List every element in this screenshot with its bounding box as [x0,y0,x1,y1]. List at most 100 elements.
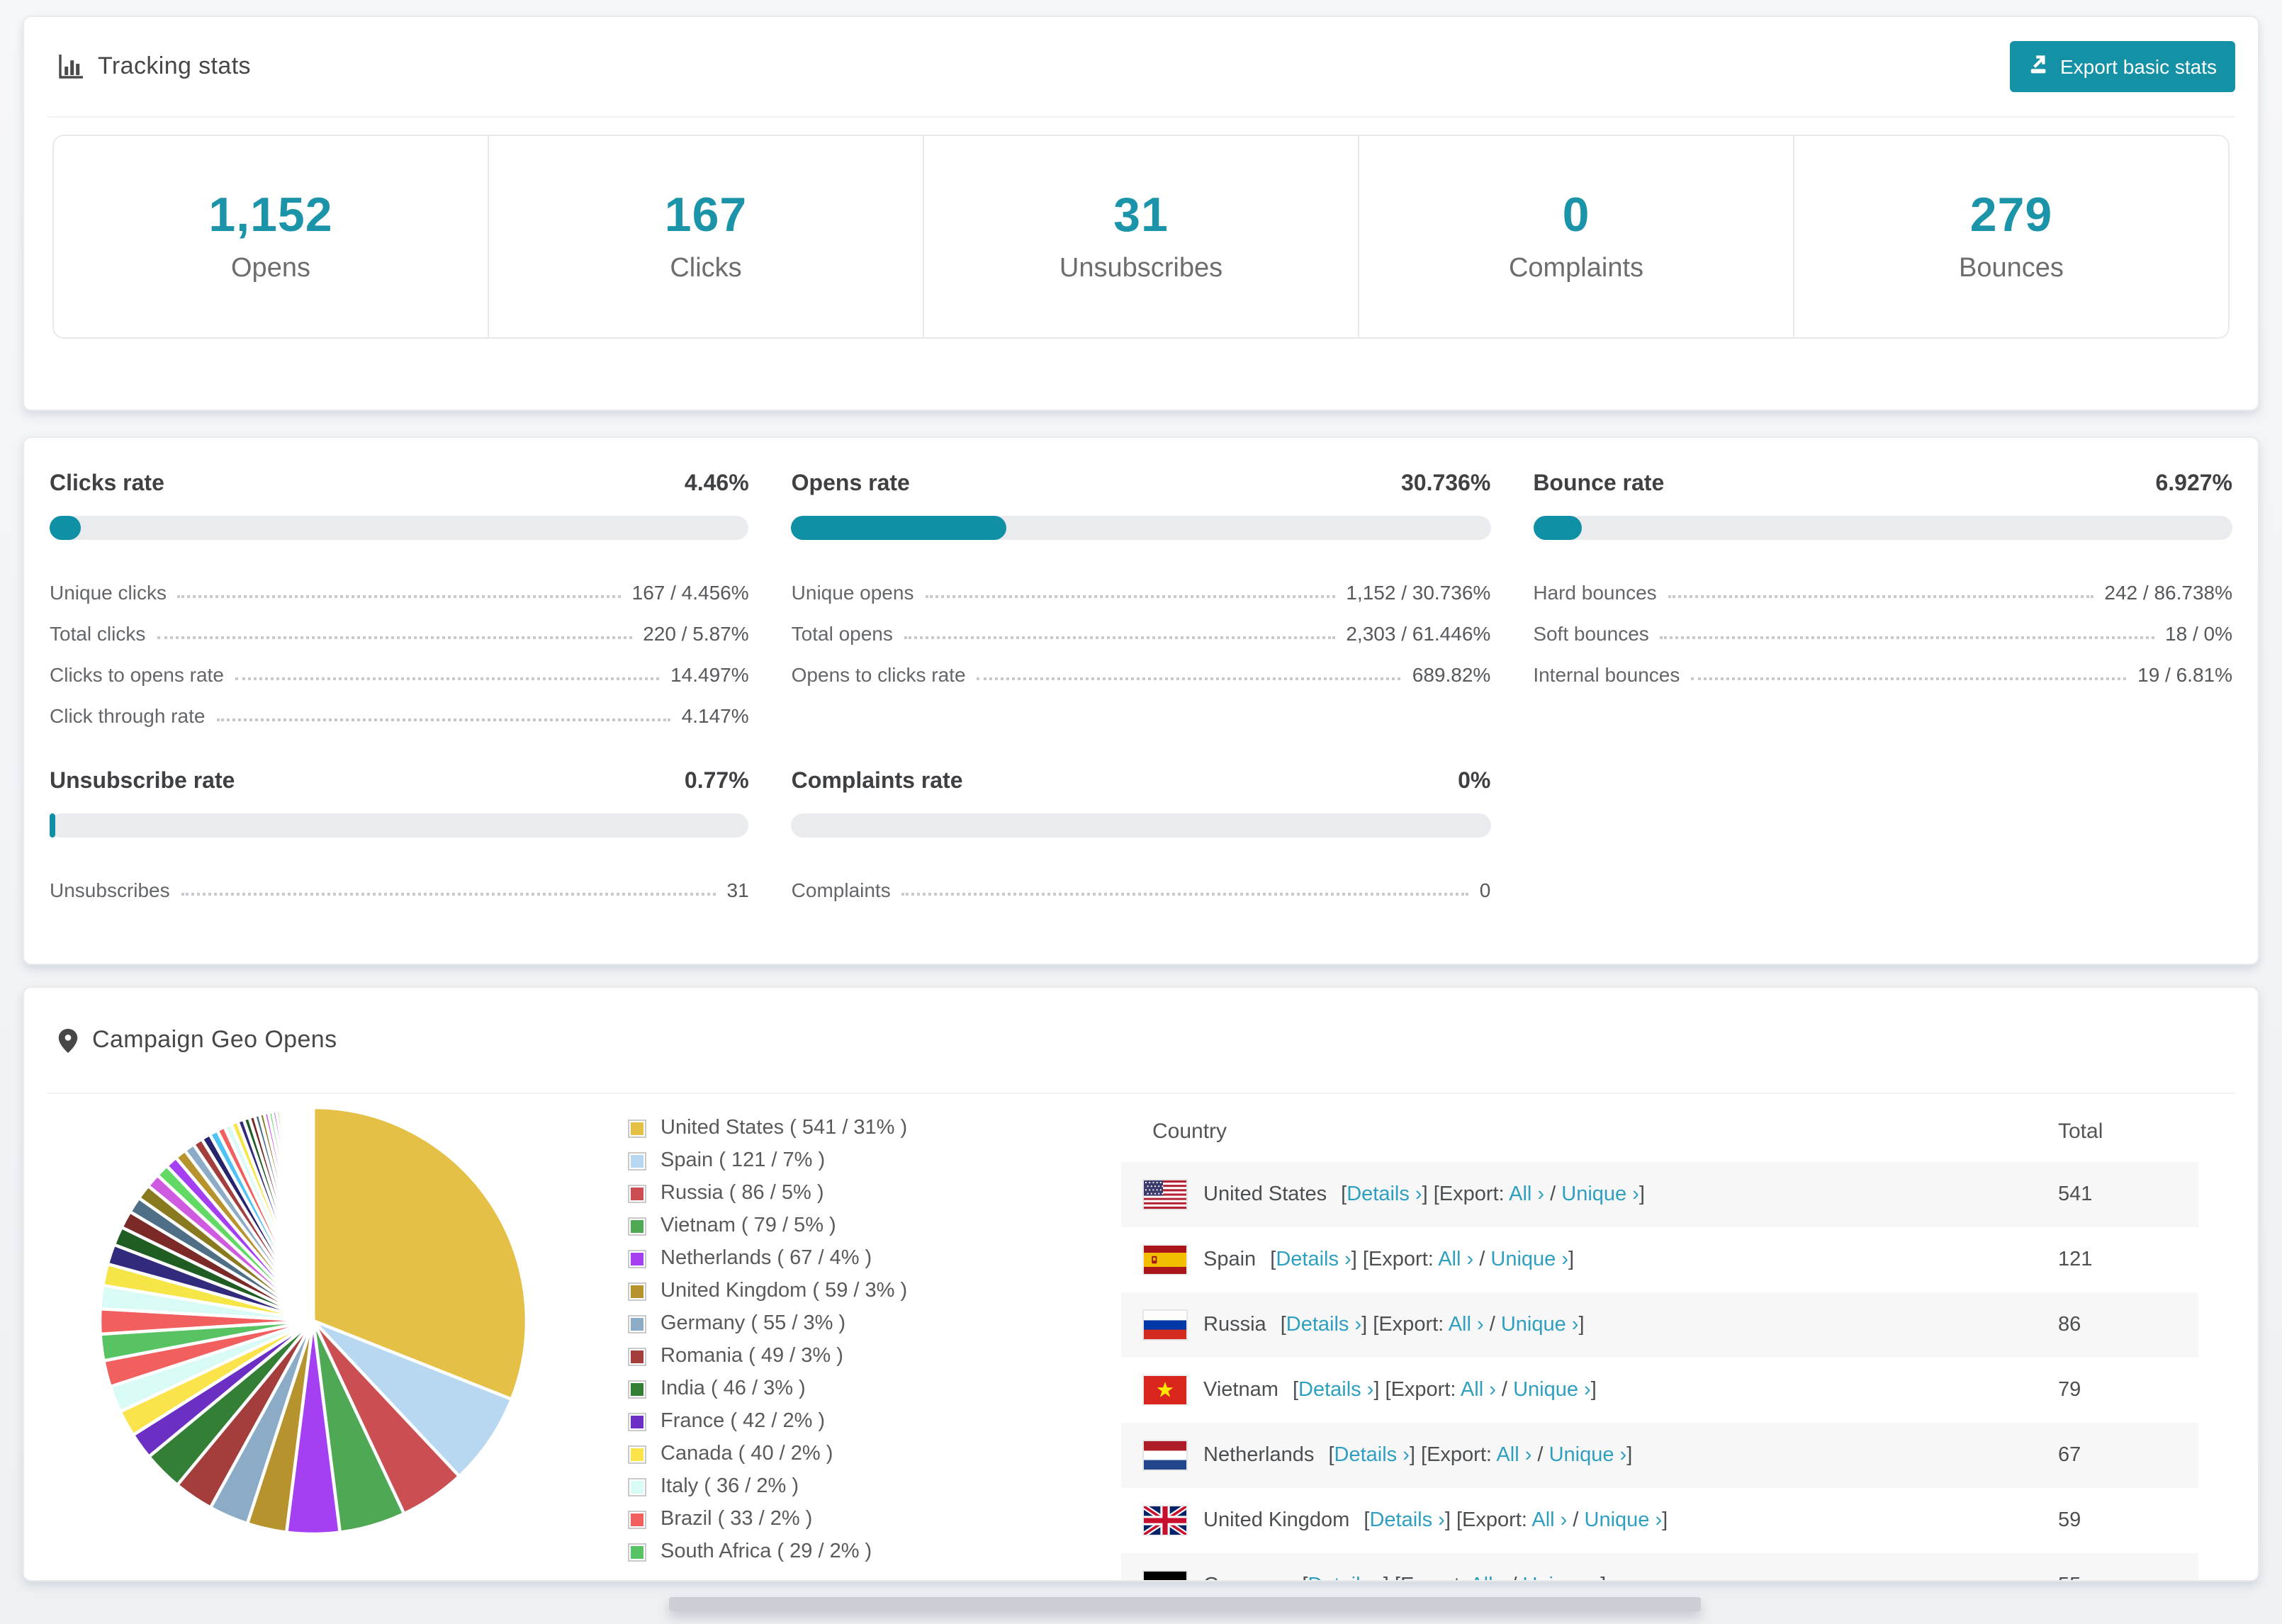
rate-detail-rows: Unique clicks 167 / 4.456% Total clicks … [50,568,749,733]
export-unique-link[interactable]: Unique › [1549,1444,1627,1467]
legend-item: Brazil ( 33 / 2% ) [628,1508,1121,1530]
details-link[interactable]: Details › [1347,1183,1422,1206]
rate-row-label: Total clicks [50,622,146,645]
legend-swatch [628,1347,646,1365]
rate-title: Bounce rate [1533,472,1665,496]
rate-block: Complaints rate 0% Complaints 0 [791,769,1491,907]
rate-row-value: 4.147% [681,704,749,727]
rate-row-label: Unsubscribes [50,879,170,901]
rate-row-value: 18 / 0% [2165,622,2232,645]
geo-pie-chart[interactable] [98,1105,529,1536]
country-total: 121 [2058,1248,2093,1271]
geo-body: United States ( 541 / 31% ) Spain ( 121 … [24,1100,2258,1580]
details-link[interactable]: Details › [1369,1509,1444,1532]
legend-item: France ( 42 / 2% ) [628,1410,1121,1433]
horizontal-scrollbar[interactable] [669,1597,1701,1611]
rate-row-label: Opens to clicks rate [791,663,966,686]
rate-detail-row: Unsubscribes 31 [50,866,749,907]
country-column-header: Country [1152,1119,1227,1143]
dotted-leader [177,595,621,598]
rate-detail-row: Internal bounces 19 / 6.81% [1533,650,2232,692]
rate-detail-row: Total opens 2,303 / 61.446% [792,609,1491,650]
rate-progress-bar [50,516,749,540]
rate-title: Complaints rate [791,769,963,794]
rate-row-value: 2,303 / 61.446% [1346,622,1491,645]
export-all-link[interactable]: All › [1461,1379,1496,1402]
export-unique-link[interactable]: Unique › [1522,1574,1600,1580]
stat-label: Bounces [1959,254,2064,283]
legend-swatch [628,1282,646,1300]
table-row: Russia [Details ›] [Export: All › / Uniq… [1121,1292,2198,1358]
legend-label: Canada ( 40 / 2% ) [661,1443,833,1465]
export-all-link[interactable]: All › [1496,1444,1531,1467]
export-all-link[interactable]: All › [1470,1574,1505,1580]
legend-item: United States ( 541 / 31% ) [628,1117,1121,1139]
rate-detail-row: Clicks to opens rate 14.497% [50,650,749,692]
dotted-leader [977,677,1401,680]
export-all-link[interactable]: All › [1438,1248,1473,1271]
export-label: Export: [1439,1183,1505,1206]
rate-progress-bar [1533,516,2232,540]
details-link[interactable]: Details › [1298,1379,1373,1402]
rate-detail-row: Unique clicks 167 / 4.456% [50,568,749,609]
flag-russia-icon [1142,1309,1188,1341]
dotted-leader [1691,677,2127,680]
rate-progress-fill [1533,516,1582,540]
rate-block: Opens rate 30.736% Unique opens 1,152 / … [791,472,1491,733]
stat-label: Opens [231,254,310,283]
rate-row-value: 19 / 6.81% [2137,663,2232,686]
rate-detail-rows: Hard bounces 242 / 86.738% Soft bounces … [1533,568,2232,692]
rate-value: 4.46% [684,472,749,496]
export-unique-link[interactable]: Unique › [1585,1509,1663,1532]
details-link[interactable]: Details › [1276,1248,1351,1271]
export-unique-link[interactable]: Unique › [1513,1379,1591,1402]
rate-row-value: 14.497% [670,663,749,686]
export-unique-link[interactable]: Unique › [1490,1248,1568,1271]
legend-swatch [628,1477,646,1496]
export-all-link[interactable]: All › [1509,1183,1544,1206]
flag-united-kingdom-icon [1142,1505,1188,1536]
stat-cell: 167 Clicks [488,136,923,337]
dotted-leader [1660,636,2154,639]
details-link[interactable]: Details › [1286,1314,1361,1336]
flag-spain-icon [1142,1244,1188,1275]
legend-item: Russia ( 86 / 5% ) [628,1182,1121,1205]
legend-swatch [628,1412,646,1431]
export-all-link[interactable]: All › [1449,1314,1484,1336]
dotted-leader [925,595,1335,598]
export-unique-link[interactable]: Unique › [1501,1314,1579,1336]
export-basic-stats-button[interactable]: Export basic stats [2009,41,2235,92]
country-total: 55 [2058,1574,2198,1580]
legend-item: India ( 46 / 3% ) [628,1377,1121,1400]
rate-progress-bar [50,813,749,838]
pie-wrap [24,1100,628,1580]
stat-cell: 1,152 Opens [54,136,488,337]
export-icon [2028,54,2049,79]
details-link[interactable]: Details › [1308,1574,1383,1580]
rates-card: Clicks rate 4.46% Unique clicks 167 / 4.… [23,436,2259,965]
legend-label: Netherlands ( 67 / 4% ) [661,1247,872,1270]
details-link[interactable]: Details › [1334,1444,1410,1467]
table-row: United Kingdom [Details ›] [Export: All … [1121,1488,2198,1553]
export-all-link[interactable]: All › [1531,1509,1567,1532]
table-row: Netherlands [Details ›] [Export: All › /… [1121,1423,2198,1488]
rate-detail-rows: Unique opens 1,152 / 30.736% Total opens… [792,568,1491,692]
rate-header: Opens rate 30.736% [792,472,1491,497]
country-total: 59 [2058,1509,2081,1532]
rate-row-value: 31 [726,879,749,901]
geo-card-header: Campaign Geo Opens [24,988,2258,1093]
stats-strip: 1,152 Opens 167 Clicks 31 Unsubscribes 0… [52,135,2230,339]
country-total: 541 [2058,1183,2093,1206]
dotted-leader [901,893,1468,896]
rate-title: Unsubscribe rate [50,769,235,794]
legend-label: Russia ( 86 / 5% ) [661,1182,824,1205]
rate-value: 6.927% [2155,472,2232,496]
rate-header: Complaints rate 0% [792,769,1491,795]
export-unique-link[interactable]: Unique › [1561,1183,1639,1206]
rate-detail-row: Complaints 0 [792,866,1491,907]
table-row: Spain [Details ›] [Export: All › / Uniqu… [1121,1227,2198,1292]
legend-label: France ( 42 / 2% ) [661,1410,826,1433]
rate-progress-fill [791,516,1006,540]
geo-table-body: United States [Details ›] [Export: All ›… [1121,1162,2198,1580]
tracking-stats-card: Tracking stats Export basic stats 1,152 … [23,16,2259,411]
